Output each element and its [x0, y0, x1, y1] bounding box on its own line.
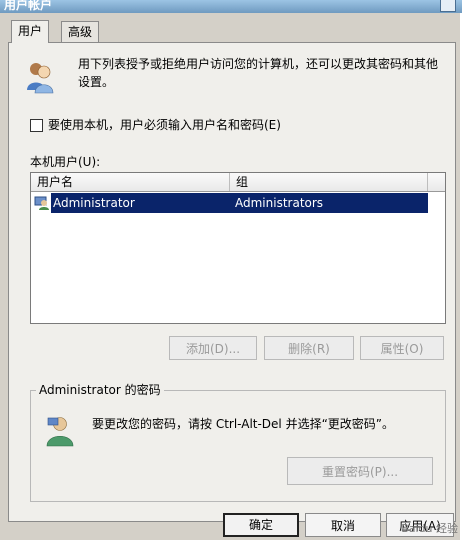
tab-users[interactable]: 用户 [11, 20, 50, 43]
users-list[interactable]: 用户名 组 Administrator Administrators [30, 172, 446, 324]
users-list-label: 本机用户(U): [30, 155, 101, 169]
intro-text: 用下列表授予或拒绝用户访问您的计算机，还可以更改其密码和其他设置。 [78, 57, 439, 89]
user-password-icon [46, 417, 74, 447]
table-row[interactable]: Administrator Administrators [51, 193, 428, 213]
tab-advanced[interactable]: 高级 [61, 21, 100, 42]
users-icon [27, 63, 54, 94]
column-header-username[interactable]: 用户名 [31, 173, 230, 191]
reset-password-button[interactable]: 重置密码(P)... [287, 457, 433, 485]
row-username: Administrator [53, 196, 135, 210]
password-group-title: Administrator 的密码 [36, 381, 164, 399]
watermark-text: Baidu 经验 [401, 522, 458, 535]
tab-advanced-label: 高级 [68, 25, 93, 39]
remove-user-button[interactable]: 删除(R) [264, 336, 354, 360]
users-tab-panel: 用下列表授予或拒绝用户访问您的计算机，还可以更改其密码和其他设置。 要使用本机，… [8, 42, 456, 522]
password-instructions: 要更改您的密码，请按 Ctrl-Alt-Del 并选择“更改密码”。 [92, 417, 395, 431]
user-properties-button[interactable]: 属性(O) [360, 336, 444, 360]
column-header-group[interactable]: 组 [230, 173, 428, 191]
cancel-button[interactable]: 取消 [305, 513, 381, 537]
close-button[interactable] [440, 0, 456, 12]
add-user-button[interactable]: 添加(D)... [169, 336, 257, 360]
row-group: Administrators [235, 196, 324, 210]
tab-users-label: 用户 [18, 24, 43, 38]
ok-button[interactable]: 确定 [223, 513, 299, 537]
users-list-header: 用户名 组 [31, 173, 445, 192]
window-title: 用户帐户 [4, 0, 53, 12]
require-password-checkbox[interactable] [30, 119, 43, 132]
title-bar: 用户帐户 [0, 0, 462, 13]
user-row-icon [34, 196, 49, 210]
require-password-label: 要使用本机，用户必须输入用户名和密码(E) [48, 118, 281, 132]
user-accounts-dialog: 用户 高级 用下列表授予或拒绝用户访问您的计算机，还可以更改其密码和其他设置。 … [0, 13, 462, 540]
